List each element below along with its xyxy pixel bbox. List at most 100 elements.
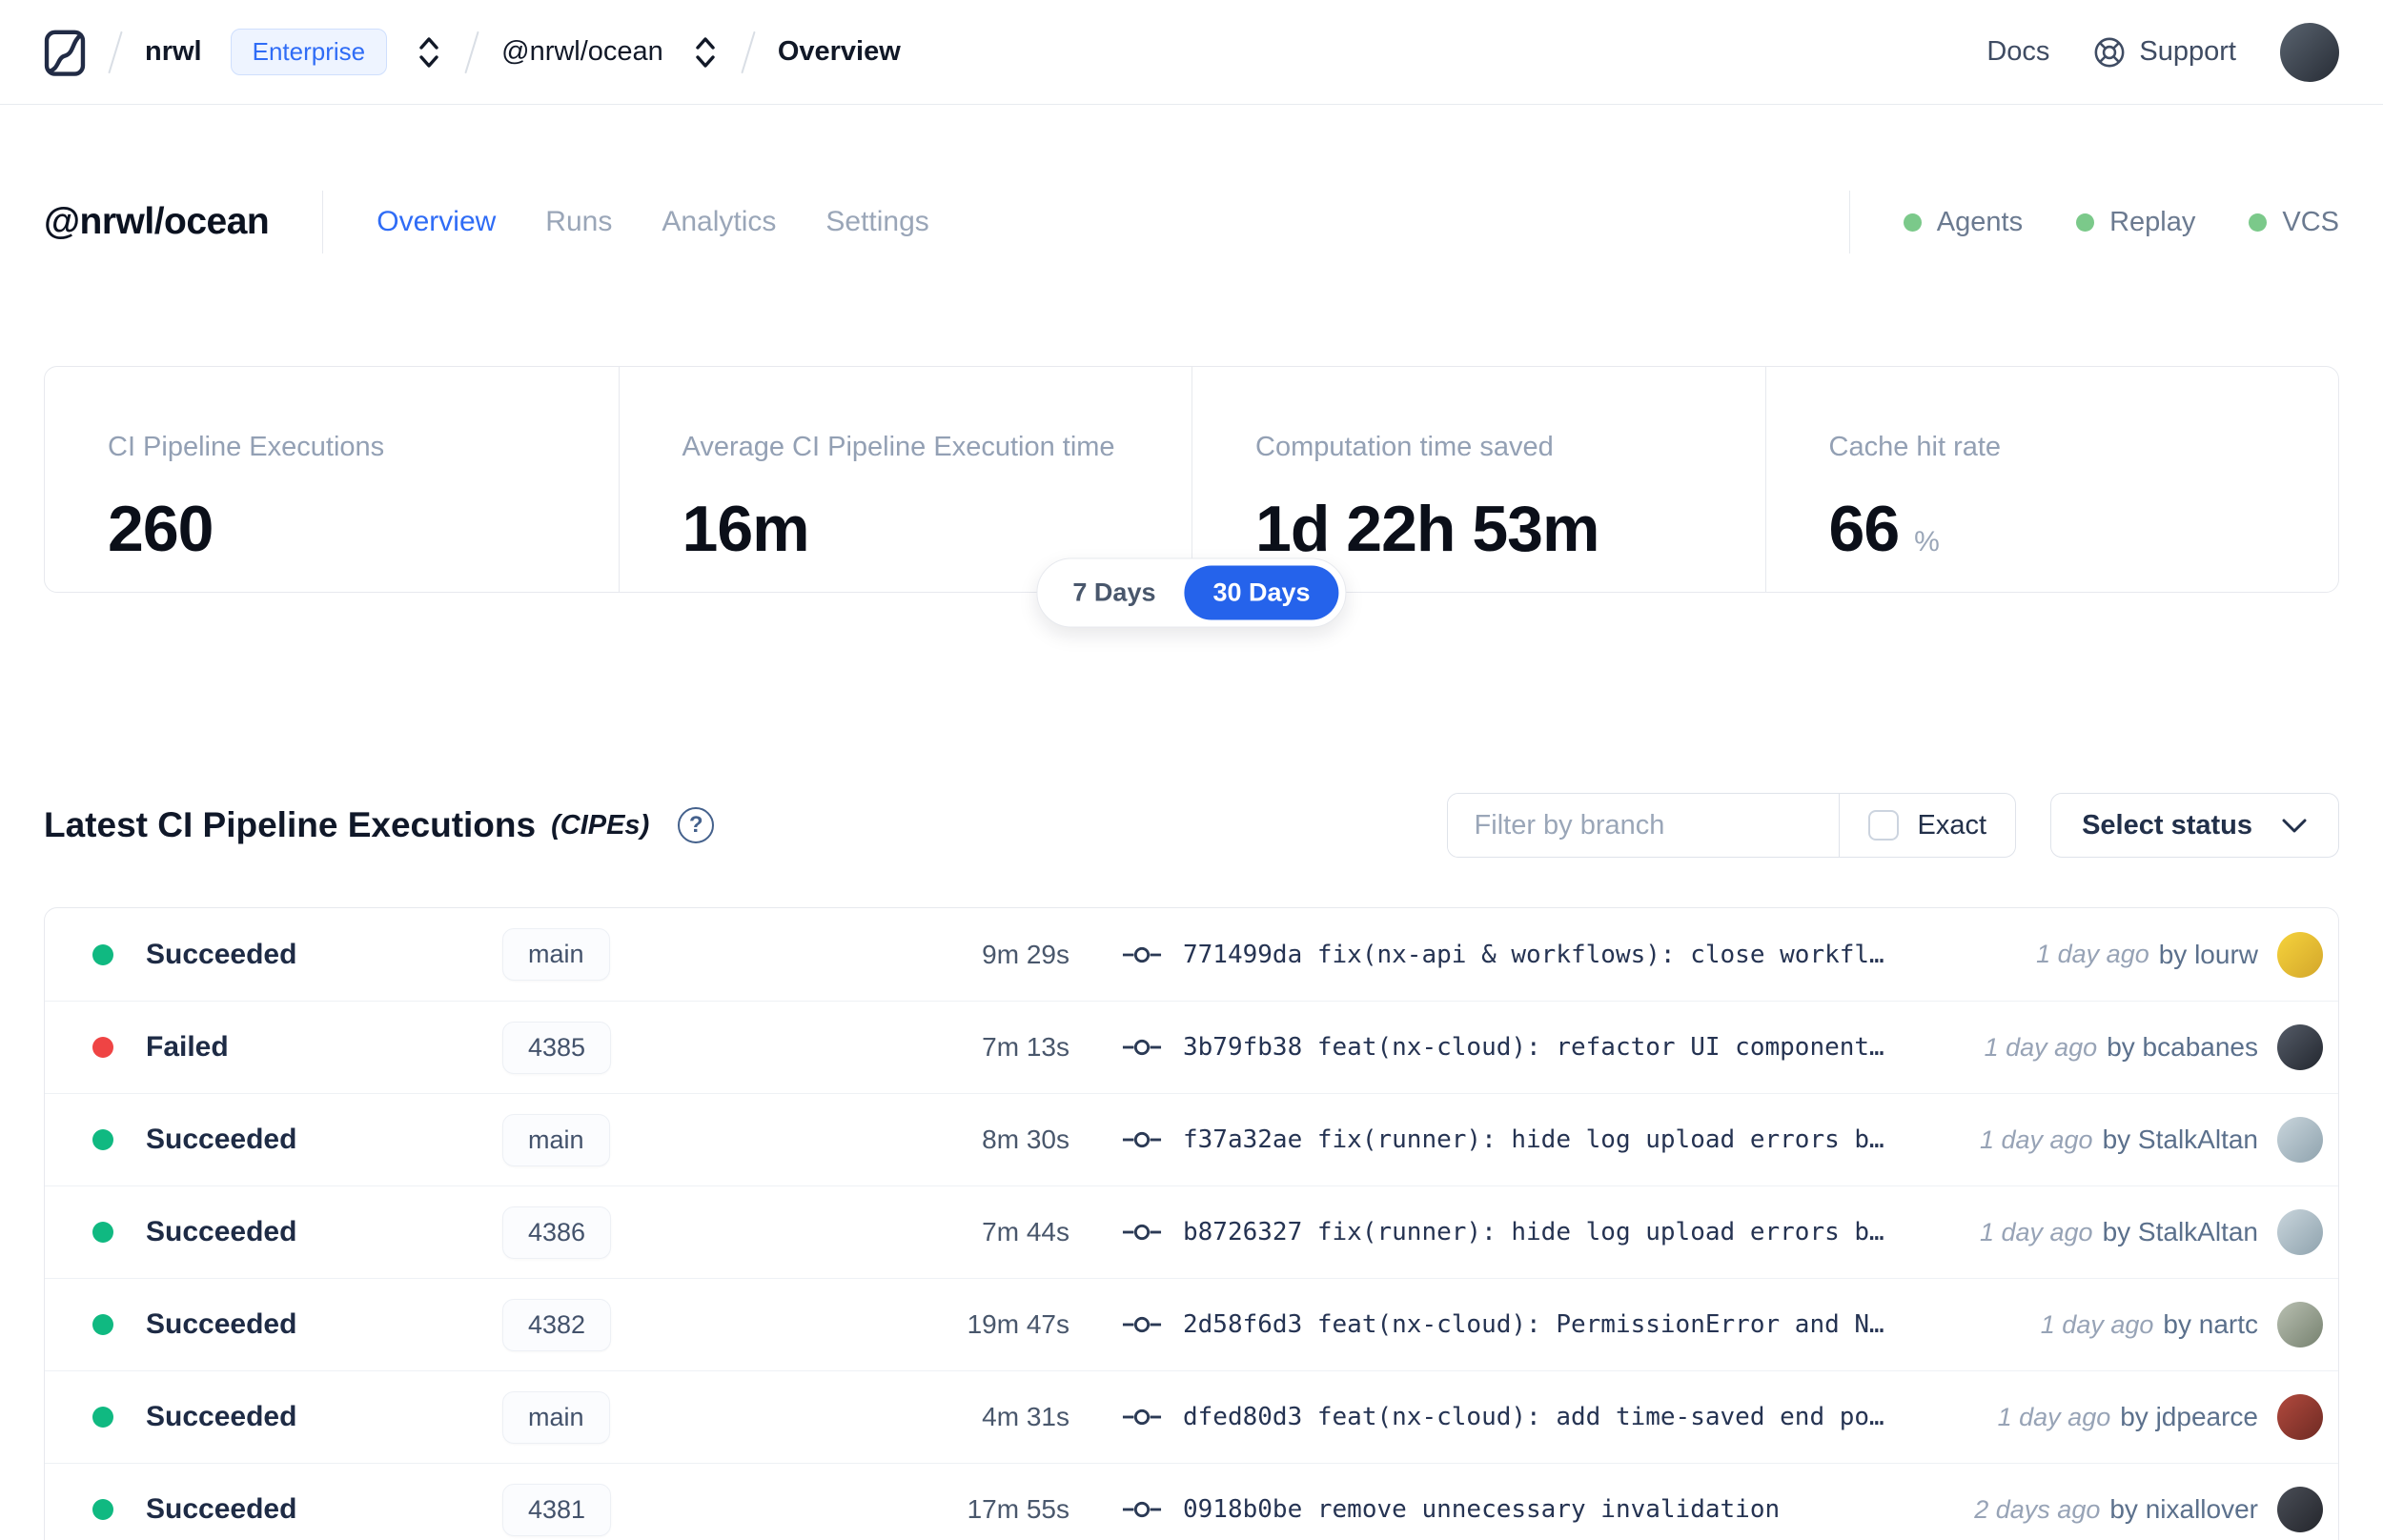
commit-message[interactable]: 3b79fb38 feat(nx-cloud): refactor UI com… bbox=[1183, 1033, 1884, 1062]
header-status-dot bbox=[2249, 213, 2268, 232]
support-link[interactable]: Support bbox=[2093, 36, 2236, 69]
avatar bbox=[2277, 931, 2323, 978]
breadcrumb-separator bbox=[108, 30, 123, 73]
row-status: Succeeded bbox=[146, 1124, 297, 1155]
table-row[interactable]: Succeeded main 8m 30s f37a32ae fix(runne… bbox=[45, 1093, 2338, 1185]
branch-badge[interactable]: 4382 bbox=[502, 1298, 612, 1351]
status-dot bbox=[92, 943, 113, 965]
help-icon[interactable]: ? bbox=[678, 807, 715, 843]
commit-message[interactable]: 2d58f6d3 feat(nx-cloud): PermissionError… bbox=[1183, 1310, 1884, 1339]
row-author: by StalkAltan bbox=[2102, 1217, 2258, 1246]
commit-message[interactable]: f37a32ae fix(runner): hide log upload er… bbox=[1183, 1125, 1884, 1154]
row-time: 1 day ago bbox=[1997, 1402, 2111, 1431]
status-dot bbox=[92, 1499, 113, 1520]
row-time: 1 day ago bbox=[2040, 1309, 2154, 1339]
docs-link[interactable]: Docs bbox=[1986, 36, 2049, 68]
row-duration: 7m 44s bbox=[982, 1217, 1069, 1246]
avatar bbox=[2277, 1487, 2323, 1532]
date-range-toggle: 7 Days 30 Days bbox=[1036, 557, 1347, 628]
row-author: by StalkAltan bbox=[2102, 1125, 2258, 1154]
branch-badge[interactable]: main bbox=[502, 928, 610, 981]
row-status: Succeeded bbox=[146, 1401, 297, 1432]
exact-filter: Exact bbox=[1838, 794, 2016, 857]
row-author: by lourw bbox=[2158, 939, 2258, 969]
status-dot bbox=[92, 1222, 113, 1243]
table-row[interactable]: Succeeded 4382 19m 47s 2d58f6d3 feat(nx-… bbox=[45, 1278, 2338, 1370]
row-status: Succeeded bbox=[146, 1216, 297, 1247]
row-time: 1 day ago bbox=[1979, 1217, 2093, 1246]
status-label: VCS bbox=[2282, 206, 2339, 237]
commit-message[interactable]: b8726327 fix(runner): hide log upload er… bbox=[1183, 1218, 1884, 1246]
commit-message[interactable]: dfed80d3 feat(nx-cloud): add time-saved … bbox=[1183, 1403, 1884, 1431]
branch-badge[interactable]: main bbox=[502, 1113, 610, 1166]
exact-checkbox[interactable] bbox=[1867, 810, 1899, 841]
status-select-dropdown[interactable]: Select status bbox=[2050, 793, 2339, 858]
row-time: 1 day ago bbox=[1984, 1032, 2098, 1062]
avatar bbox=[2277, 1394, 2323, 1440]
header-status-dot bbox=[1903, 213, 1922, 232]
support-label: Support bbox=[2139, 36, 2236, 67]
exact-label: Exact bbox=[1917, 809, 1987, 841]
breadcrumb-org[interactable]: nrwl bbox=[145, 36, 202, 68]
commit-message[interactable]: 0918b0be remove unnecessary invalidation bbox=[1183, 1495, 1780, 1524]
avatar bbox=[2277, 1302, 2323, 1348]
stat-card-executions: CI Pipeline Executions 260 bbox=[45, 367, 619, 592]
status-dot bbox=[92, 1407, 113, 1428]
row-author: by bcabanes bbox=[2107, 1032, 2258, 1062]
stat-value: 66 bbox=[1828, 493, 1901, 565]
org-switcher-chevron-icon[interactable] bbox=[416, 35, 442, 70]
status-dot bbox=[92, 1037, 113, 1058]
commit-message[interactable]: 771499da fix(nx-api & workflows): close … bbox=[1183, 941, 1884, 969]
row-time: 1 day ago bbox=[2036, 940, 2149, 968]
nx-logo-icon[interactable] bbox=[44, 27, 86, 78]
top-nav: nrwl Enterprise @nrwl/ocean Overview Doc… bbox=[0, 0, 2383, 105]
divider bbox=[1848, 191, 1850, 253]
header-status-dot bbox=[2076, 213, 2095, 232]
stat-value: 260 bbox=[108, 493, 214, 565]
workspace-switcher-chevron-icon[interactable] bbox=[692, 35, 719, 70]
status-dot bbox=[92, 1314, 113, 1335]
section-subtitle: (CIPEs) bbox=[551, 809, 650, 841]
section-title: Latest CI Pipeline Executions bbox=[44, 805, 537, 844]
range-30-days-button[interactable]: 30 Days bbox=[1184, 565, 1339, 620]
breadcrumb: nrwl Enterprise @nrwl/ocean Overview bbox=[44, 27, 901, 78]
row-time: 1 day ago bbox=[1979, 1125, 2093, 1154]
stat-label: CI Pipeline Executions bbox=[108, 432, 385, 462]
breadcrumb-page: Overview bbox=[777, 36, 901, 67]
range-7-days-button[interactable]: 7 Days bbox=[1044, 566, 1184, 620]
tab-settings[interactable]: Settings bbox=[825, 206, 928, 238]
breadcrumb-workspace[interactable]: @nrwl/ocean bbox=[501, 36, 663, 68]
status-vcs: VCS bbox=[2249, 207, 2339, 238]
git-commit-icon bbox=[1122, 943, 1162, 966]
table-row[interactable]: Failed 4385 7m 13s 3b79fb38 feat(nx-clou… bbox=[45, 1001, 2338, 1093]
row-duration: 7m 13s bbox=[982, 1032, 1069, 1062]
git-commit-icon bbox=[1122, 1498, 1162, 1521]
table-row[interactable]: Succeeded 4386 7m 44s b8726327 fix(runne… bbox=[45, 1185, 2338, 1278]
row-time: 2 days ago bbox=[1974, 1494, 2101, 1524]
row-status: Succeeded bbox=[146, 938, 297, 970]
user-avatar[interactable] bbox=[2280, 22, 2339, 82]
branch-badge[interactable]: main bbox=[502, 1390, 610, 1444]
branch-badge[interactable]: 4385 bbox=[502, 1021, 612, 1074]
table-row[interactable]: Succeeded 4381 17m 55s 0918b0be remove u… bbox=[45, 1463, 2338, 1540]
feature-statuses: Agents Replay VCS bbox=[1848, 191, 2339, 253]
chevron-down-icon bbox=[2281, 817, 2308, 834]
stats-section: CI Pipeline Executions 260 Average CI Pi… bbox=[44, 366, 2339, 628]
stat-value: 16m bbox=[682, 493, 810, 565]
tab-runs[interactable]: Runs bbox=[545, 206, 612, 238]
tab-analytics[interactable]: Analytics bbox=[662, 206, 776, 238]
table-row[interactable]: Succeeded main 9m 29s 771499da fix(nx-ap… bbox=[45, 908, 2338, 1001]
enterprise-badge: Enterprise bbox=[230, 29, 388, 75]
git-commit-icon bbox=[1122, 1406, 1162, 1429]
table-row[interactable]: Succeeded main 4m 31s dfed80d3 feat(nx-c… bbox=[45, 1370, 2338, 1463]
row-status: Succeeded bbox=[146, 1308, 297, 1340]
branch-filter-input[interactable] bbox=[1447, 794, 1839, 857]
tab-overview[interactable]: Overview bbox=[377, 206, 496, 238]
status-agents: Agents bbox=[1903, 207, 2023, 238]
avatar bbox=[2277, 1024, 2323, 1070]
branch-badge[interactable]: 4386 bbox=[502, 1206, 612, 1259]
row-duration: 8m 30s bbox=[982, 1125, 1069, 1154]
branch-badge[interactable]: 4381 bbox=[502, 1483, 612, 1536]
branch-filter-group: Exact bbox=[1446, 793, 2017, 858]
row-duration: 4m 31s bbox=[982, 1402, 1069, 1431]
